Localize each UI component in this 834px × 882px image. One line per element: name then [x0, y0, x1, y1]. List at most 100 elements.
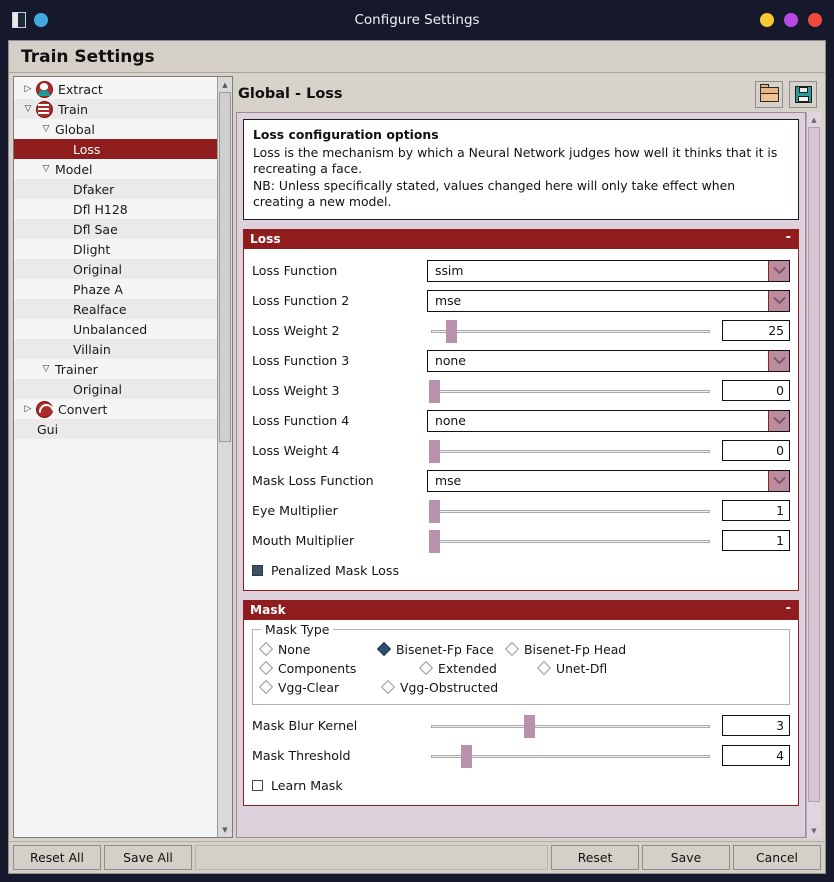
mask-collapse-icon[interactable]: -: [786, 602, 791, 618]
chevron-down-icon[interactable]: [768, 261, 789, 281]
tree-item-unbalanced[interactable]: Unbalanced: [14, 319, 217, 339]
chevron-down-icon[interactable]: [768, 411, 789, 431]
content-scroll-thumb[interactable]: [808, 127, 820, 802]
slider-loss-weight-4[interactable]: [427, 438, 714, 464]
tree-item-dfaker[interactable]: Dfaker: [14, 179, 217, 199]
maximize-button[interactable]: [784, 13, 798, 27]
close-button[interactable]: [808, 13, 822, 27]
checkbox-learn-mask[interactable]: [252, 780, 263, 791]
slider-thumb[interactable]: [429, 500, 440, 523]
radio-diamond-icon[interactable]: [419, 661, 433, 675]
dropdown-loss-function-3[interactable]: none: [427, 350, 790, 372]
radio-bisenet-fp-face[interactable]: Bisenet-Fp Face: [379, 640, 507, 659]
tree-item-villain[interactable]: Villain: [14, 339, 217, 359]
slider-thumb[interactable]: [461, 745, 472, 768]
slider-thumb[interactable]: [446, 320, 457, 343]
tree-item-dlight[interactable]: Dlight: [14, 239, 217, 259]
slider-thumb[interactable]: [429, 380, 440, 403]
slider-eye-multiplier[interactable]: [427, 498, 714, 524]
tree-item-train[interactable]: ▽Train: [14, 99, 217, 119]
radio-diamond-icon[interactable]: [505, 642, 519, 656]
tree-scroll-thumb[interactable]: [219, 92, 231, 442]
open-folder-button[interactable]: [755, 81, 783, 108]
tree-item-dfl-h128[interactable]: Dfl H128: [14, 199, 217, 219]
slider-thumb[interactable]: [429, 530, 440, 553]
slider-mask-threshold[interactable]: [427, 743, 714, 769]
slider-track[interactable]: [431, 755, 710, 758]
slider-track[interactable]: [431, 390, 710, 393]
value-input-loss-weight-2[interactable]: 25: [722, 320, 790, 341]
loss-section-header[interactable]: Loss -: [244, 230, 798, 249]
slider-track[interactable]: [431, 540, 710, 543]
settings-tree[interactable]: ▷Extract▽Train▽GlobalLoss▽ModelDfakerDfl…: [14, 77, 217, 837]
loss-collapse-icon[interactable]: -: [786, 231, 791, 247]
radio-diamond-icon[interactable]: [537, 661, 551, 675]
value-input-mask-threshold[interactable]: 4: [722, 745, 790, 766]
checkbox-row-learn-mask[interactable]: Learn Mask: [252, 771, 790, 797]
tree-scroll-up-icon[interactable]: ▲: [218, 77, 232, 92]
expand-collapse-closed-icon[interactable]: ▷: [20, 405, 36, 414]
value-input-loss-weight-3[interactable]: 0: [722, 380, 790, 401]
expand-collapse-open-icon[interactable]: ▽: [38, 165, 54, 174]
chevron-down-icon[interactable]: [768, 471, 789, 491]
reset-button[interactable]: Reset: [551, 845, 639, 870]
content-scrollbar[interactable]: ▲ ▼: [806, 112, 821, 838]
tree-scrollbar[interactable]: ▲ ▼: [217, 77, 232, 837]
radio-diamond-icon[interactable]: [259, 680, 273, 694]
dropdown-mask-loss-function[interactable]: mse: [427, 470, 790, 492]
dropdown-loss-function-2[interactable]: mse: [427, 290, 790, 312]
slider-mouth-multiplier[interactable]: [427, 528, 714, 554]
radio-unet-dfl[interactable]: Unet-Dfl: [539, 659, 667, 678]
slider-track[interactable]: [431, 450, 710, 453]
radio-extended[interactable]: Extended: [421, 659, 539, 678]
radio-diamond-icon[interactable]: [259, 661, 273, 675]
minimize-button[interactable]: [760, 13, 774, 27]
tree-item-original[interactable]: Original: [14, 259, 217, 279]
mask-type-radio-group[interactable]: NoneBisenet-Fp FaceBisenet-Fp Head Compon…: [261, 640, 781, 697]
tree-item-convert[interactable]: ▷Convert: [14, 399, 217, 419]
tree-item-gui[interactable]: Gui: [14, 419, 217, 439]
tree-item-trainer[interactable]: ▽Trainer: [14, 359, 217, 379]
cancel-button[interactable]: Cancel: [733, 845, 821, 870]
value-input-eye-multiplier[interactable]: 1: [722, 500, 790, 521]
slider-loss-weight-3[interactable]: [427, 378, 714, 404]
tree-scroll-down-icon[interactable]: ▼: [218, 822, 232, 837]
slider-thumb[interactable]: [524, 715, 535, 738]
slider-mask-blur-kernel[interactable]: [427, 713, 714, 739]
radio-none[interactable]: None: [261, 640, 379, 659]
radio-components[interactable]: Components: [261, 659, 421, 678]
tree-item-global[interactable]: ▽Global: [14, 119, 217, 139]
tree-item-extract[interactable]: ▷Extract: [14, 79, 217, 99]
slider-track[interactable]: [431, 330, 710, 333]
slider-track[interactable]: [431, 725, 710, 728]
content-scroll-track[interactable]: [807, 127, 821, 823]
save-file-button[interactable]: [789, 81, 817, 108]
radio-vgg-obstructed[interactable]: Vgg-Obstructed: [383, 678, 543, 697]
radio-diamond-icon[interactable]: [259, 642, 273, 656]
tree-item-dfl-sae[interactable]: Dfl Sae: [14, 219, 217, 239]
value-input-loss-weight-4[interactable]: 0: [722, 440, 790, 461]
tree-item-loss[interactable]: Loss: [14, 139, 217, 159]
chevron-down-icon[interactable]: [768, 291, 789, 311]
mask-section-header[interactable]: Mask -: [244, 601, 798, 620]
tree-item-model[interactable]: ▽Model: [14, 159, 217, 179]
reset-all-button[interactable]: Reset All: [13, 845, 101, 870]
tree-item-realface[interactable]: Realface: [14, 299, 217, 319]
slider-thumb[interactable]: [429, 440, 440, 463]
value-input-mask-blur-kernel[interactable]: 3: [722, 715, 790, 736]
tree-item-phaze-a[interactable]: Phaze A: [14, 279, 217, 299]
tree-scroll-track[interactable]: [218, 92, 232, 822]
radio-diamond-icon[interactable]: [381, 680, 395, 694]
expand-collapse-open-icon[interactable]: ▽: [20, 105, 36, 114]
checkbox-row-penalized-mask-loss[interactable]: Penalized Mask Loss: [252, 556, 790, 582]
tree-item-original[interactable]: Original: [14, 379, 217, 399]
checkbox-penalized-mask-loss[interactable]: [252, 565, 263, 576]
save-button[interactable]: Save: [642, 845, 730, 870]
radio-diamond-icon[interactable]: [377, 642, 391, 656]
expand-collapse-open-icon[interactable]: ▽: [38, 365, 54, 374]
chevron-down-icon[interactable]: [768, 351, 789, 371]
radio-bisenet-fp-head[interactable]: Bisenet-Fp Head: [507, 640, 629, 659]
expand-collapse-closed-icon[interactable]: ▷: [20, 85, 36, 94]
dropdown-loss-function[interactable]: ssim: [427, 260, 790, 282]
dropdown-loss-function-4[interactable]: none: [427, 410, 790, 432]
